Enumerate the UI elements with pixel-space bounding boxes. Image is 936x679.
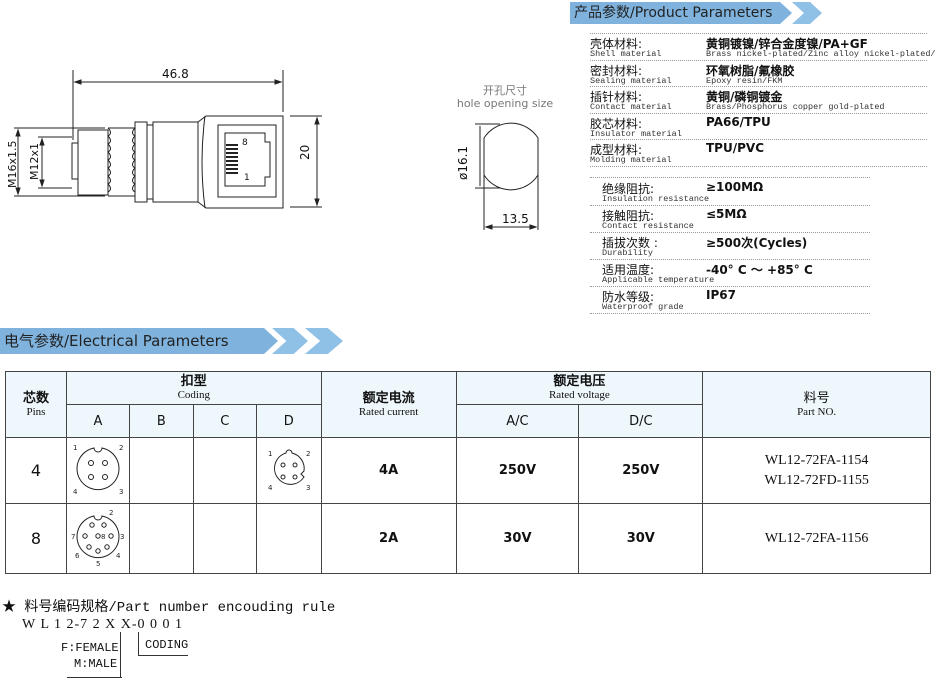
part-number-cell: WL12-72FA-1156	[702, 503, 931, 574]
encoding-code: W L 1 2-7 2 X X-0 0 0 1	[22, 617, 184, 632]
svg-text:4: 4	[73, 488, 78, 496]
param-label-en: Insulation resistance	[602, 194, 710, 204]
parameter-row: 插针材料: Contact material 黄铜/磷铜镀金 Brass/Phosph…	[590, 87, 927, 114]
header-part-no: 料号 Part NO.	[702, 371, 931, 438]
header-ac: A/C	[455, 404, 580, 438]
header-code-d: D	[255, 404, 322, 438]
pinout-4pin-d: 1 2 4 3	[255, 437, 322, 504]
parameter-row: 适用温度: Applicable temperature -40° C ～ +85°…	[590, 260, 870, 287]
part-number-cell: WL12-72FA-1154 WL12-72FD-1155	[702, 437, 931, 504]
param-label-en: Waterproof grade	[602, 302, 684, 312]
svg-text:4: 4	[116, 552, 121, 560]
parameter-row: 绝缘阻抗: Insulation resistance ≥100MΩ	[590, 179, 870, 206]
parameter-row: 胶芯材料: Insulator material PA66/TPU	[590, 114, 927, 141]
param-value: ≤5MΩ	[706, 207, 747, 221]
parameter-row: 接触阻抗: Contact resistance ≤5MΩ	[590, 206, 870, 233]
parameter-row: 壳体材料: Shell material 黄铜镀镍/锌合金度镍/PA+GF Brass…	[590, 34, 936, 61]
param-value: IP67	[706, 288, 736, 302]
param-value-en: Brass/Phosphorus copper gold-plated	[706, 102, 885, 113]
current-cell: 2A	[320, 503, 457, 574]
thread-m12-label: M12x1	[28, 143, 41, 180]
electrical-parameters-banner: 电气参数/Electrical Parameters	[0, 328, 345, 354]
header-code-b: B	[128, 404, 194, 438]
table-row: 4 1 2 4 3 1 2 4 3 4A 250V 250V WL12-72FA-1154 W…	[5, 437, 931, 504]
param-label-en: Shell material	[590, 49, 662, 59]
current-cell: 4A	[320, 437, 457, 504]
svg-text:3: 3	[120, 533, 124, 541]
encoding-male: M:MALE	[74, 657, 118, 671]
svg-text:2: 2	[119, 444, 123, 452]
header-code-a: A	[65, 404, 130, 438]
thread-m16-label: M16x1.5	[6, 140, 19, 189]
dc-voltage-cell: 30V	[578, 503, 704, 574]
param-value: PA66/TPU	[706, 114, 771, 129]
connector-drawing	[14, 70, 322, 209]
svg-text:1: 1	[268, 450, 272, 458]
param-label-en: Durability	[602, 248, 654, 258]
param-label-en: Sealing material	[590, 75, 672, 86]
param-label-en: Insulator material	[590, 128, 682, 139]
param-value-en: Brass nickel-plated/Zinc alloy nickel-pl…	[706, 49, 936, 59]
electrical-table: 芯数 Pins 扣型 Coding 额定电流 Rated current 额定电压 Ra…	[5, 371, 931, 574]
param-label-en: Applicable temperature	[602, 275, 715, 285]
header-code-c: C	[192, 404, 257, 438]
header-voltage: 额定电压 Rated voltage	[455, 371, 704, 405]
ac-voltage-cell: 250V	[455, 437, 580, 504]
svg-text:3: 3	[119, 488, 123, 496]
header-pins: 芯数 Pins	[5, 371, 67, 438]
pins-cell: 8	[5, 503, 67, 574]
svg-text:4: 4	[268, 484, 273, 492]
param-value-en: Epoxy resin/FKM	[706, 75, 783, 86]
hole-diameter: ø16.1	[456, 145, 470, 180]
svg-text:8: 8	[101, 533, 105, 541]
hole-title-cn: 开孔尺寸	[483, 84, 527, 97]
param-value: -40° C ～ +85° C	[706, 263, 813, 277]
pin-1-label: 1	[244, 173, 250, 183]
param-label-en: Contact material	[590, 102, 672, 113]
svg-text:7: 7	[71, 533, 75, 541]
section-title: 产品参数/Product Parameters	[574, 5, 773, 21]
hole-title-en: hole opening size	[456, 97, 554, 110]
param-value: ≥100MΩ	[706, 180, 764, 194]
parameter-row: 成型材料: Molding material TPU/PVC	[590, 140, 927, 167]
param-label-en: Contact resistance	[602, 221, 694, 231]
param-value: ≥500次(Cycles)	[706, 236, 808, 250]
section-title: 电气参数/Electrical Parameters	[4, 332, 229, 350]
pins-cell: 4	[5, 437, 67, 504]
height-dimension: 20	[298, 144, 312, 160]
param-value: TPU/PVC	[706, 141, 764, 156]
pin-8-label: 8	[242, 138, 248, 148]
param-label-en: Molding material	[590, 155, 672, 166]
svg-text:1: 1	[73, 444, 77, 452]
parameter-row: 密封材料: Sealing material 环氧树脂/氟橡胶 Epoxy resin…	[590, 61, 927, 88]
header-coding: 扣型 Coding	[65, 371, 322, 405]
parameter-row: 防水等级: Waterproof grade IP67	[590, 287, 870, 314]
svg-text:5: 5	[96, 560, 100, 568]
length-dimension: 46.8	[162, 67, 189, 81]
dc-voltage-cell: 250V	[578, 437, 704, 504]
svg-text:2: 2	[109, 509, 113, 517]
ac-voltage-cell: 30V	[455, 503, 580, 574]
encoding-title: ★ 料号编码规格/Part number encouding rule	[2, 600, 336, 616]
header-current: 额定电流 Rated current	[320, 371, 457, 438]
svg-text:3: 3	[306, 484, 310, 492]
pinout-8pin-a: 2 7 3 6 4 5 8	[65, 503, 130, 574]
product-parameters-banner: 产品参数/Product Parameters	[570, 2, 822, 24]
pinout-4pin-a: 1 2 4 3	[65, 437, 130, 504]
hole-flat-width: 13.5	[502, 212, 529, 226]
svg-text:2: 2	[306, 450, 310, 458]
encoding-coding: CODING	[145, 638, 189, 652]
parameter-row: 插拔次数 : Durability ≥500次(Cycles)	[590, 233, 870, 260]
header-dc: D/C	[578, 404, 704, 438]
encoding-female: F:FEMALE	[61, 641, 119, 655]
table-row: 8 2 7 3 6 4 5 8 2A 30V 30V WL12-72FA-1156	[5, 503, 931, 574]
svg-text:6: 6	[75, 552, 80, 560]
